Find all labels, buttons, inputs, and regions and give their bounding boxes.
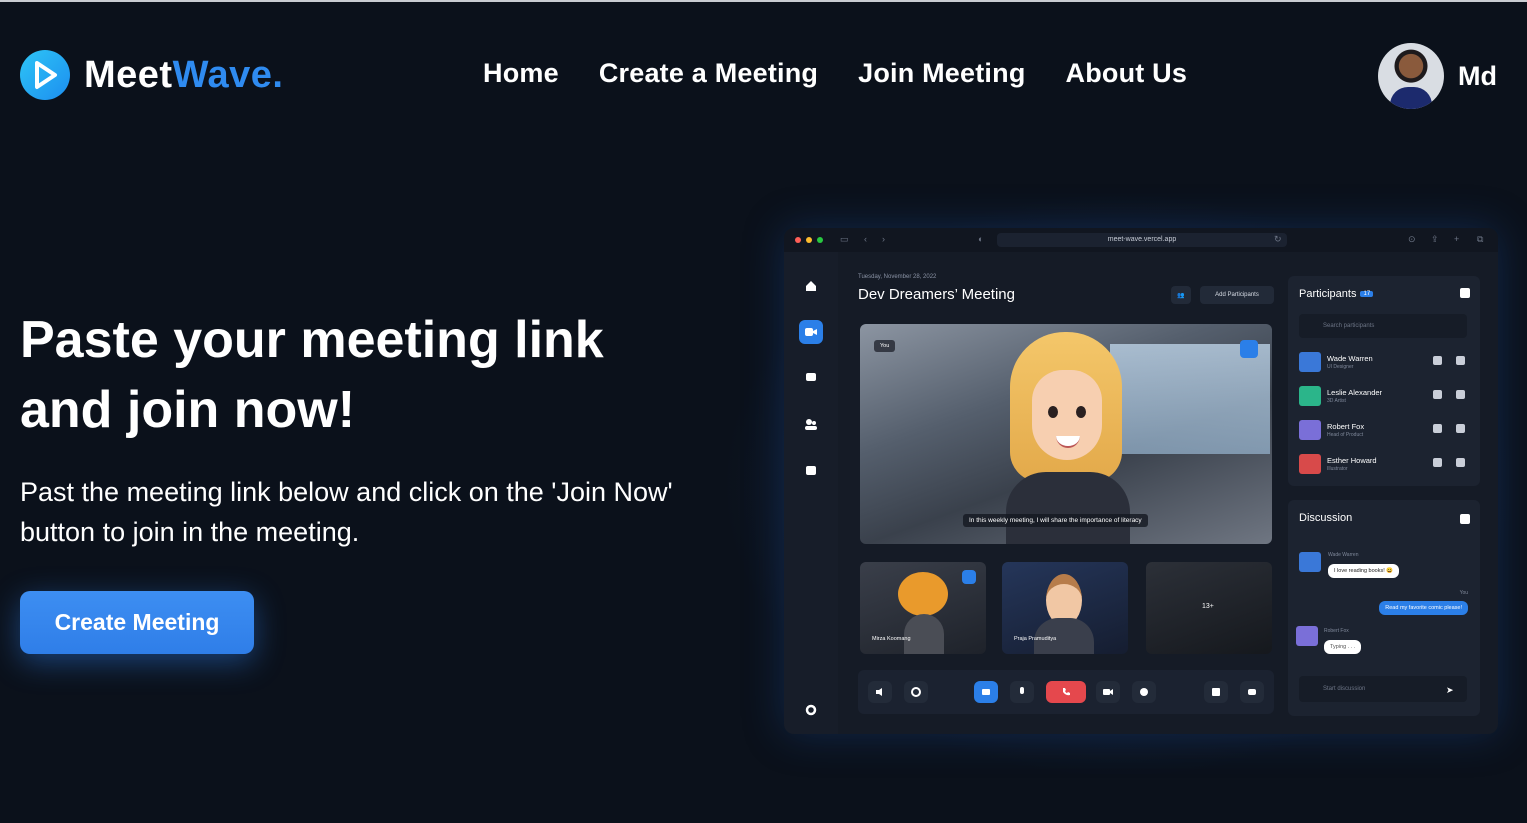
tabs-icon: ⧉: [1477, 234, 1484, 244]
nav-create-meeting[interactable]: Create a Meeting: [599, 58, 818, 89]
chat-bubble: I love reading books! 😄: [1328, 564, 1400, 578]
camera-off-icon: [1456, 390, 1465, 399]
participant-thumb: Mirza Koomang: [860, 562, 986, 654]
end-call-icon: [1046, 681, 1086, 703]
layout-icon: [1204, 681, 1228, 703]
avatar: [1299, 552, 1321, 572]
app-mockup-image: ▭ ‹ › ◐ meet-wave.vercel.app ↻ ⊙ ⇪ + ⧉ T…: [784, 228, 1498, 734]
reactions-icon: [1132, 681, 1156, 703]
sidebar-toggle-icon: ▭: [840, 234, 849, 244]
share-screen-icon: [974, 681, 998, 703]
nav-home[interactable]: Home: [483, 58, 559, 89]
speaker-icon: [868, 681, 892, 703]
share-icon: ⇪: [1431, 234, 1439, 244]
participant-row: Robert Fox Head of Product: [1299, 420, 1469, 442]
settings-icon: [799, 698, 823, 722]
participant-thumb: Praja Pramuditya: [1002, 562, 1128, 654]
add-participants-button: Add Participants: [1200, 286, 1274, 304]
discussion-title: Discussion: [1299, 512, 1353, 524]
more-participants-count: 13+: [1202, 603, 1214, 610]
nav-join-meeting[interactable]: Join Meeting: [858, 58, 1025, 89]
shield-icon: ◐: [978, 234, 984, 244]
chat-author: You: [1459, 590, 1468, 596]
play-logo-icon: [20, 50, 70, 100]
video-icon: [799, 320, 823, 344]
url-bar: meet-wave.vercel.app: [997, 233, 1287, 247]
home-icon: [799, 274, 823, 298]
chat-bubble: Read my favorite comic please!: [1379, 601, 1468, 615]
thumb-label: Praja Pramuditya: [1014, 636, 1057, 642]
live-caption: In this weekly meeting, I will share the…: [963, 514, 1148, 527]
calendar-icon: [799, 458, 823, 482]
collapse-icon: [1460, 288, 1470, 298]
create-meeting-button[interactable]: Create Meeting: [20, 591, 254, 654]
back-icon: ‹: [864, 234, 867, 244]
mic-on-icon: [1433, 424, 1442, 433]
participant-row: Wade Warren UI Designer: [1299, 352, 1469, 374]
camera-on-icon: [1456, 424, 1465, 433]
avatar: [1296, 626, 1318, 646]
you-tag: You: [874, 340, 896, 352]
participants-title: Participants 17: [1299, 288, 1374, 300]
avatar-3d-woman: [1002, 332, 1132, 544]
hero-title: Paste your meeting link and join now!: [20, 311, 604, 439]
users-icon: [799, 412, 823, 436]
chat-toggle-icon: [1240, 681, 1264, 703]
meeting-title: Dev Dreamers’ Meeting: [858, 286, 1015, 303]
participants-panel: Participants 17 Search participants Wade …: [1288, 276, 1480, 486]
camera-off-icon: [1456, 356, 1465, 365]
mockup-sidebar: [784, 252, 838, 734]
user-menu[interactable]: Md: [1378, 43, 1497, 109]
user-name: Md: [1458, 60, 1497, 91]
mic-off-icon: [1433, 458, 1442, 467]
forward-icon: ›: [882, 234, 885, 244]
thumb-label: Mirza Koomang: [872, 636, 911, 642]
mic-icon: [1010, 681, 1034, 703]
chat-icon: [799, 366, 823, 390]
send-icon: ➤: [1446, 685, 1454, 695]
main-video: You In this weekly meeting, I will share…: [860, 324, 1272, 544]
meeting-date: Tuesday, November 28, 2022: [858, 274, 937, 280]
download-icon: ⊙: [1408, 234, 1416, 244]
pin-icon: [962, 570, 976, 584]
camera-on-icon: [1456, 458, 1465, 467]
top-border: [0, 0, 1527, 2]
participants-icon: 👥: [1171, 286, 1191, 304]
nav-about-us[interactable]: About Us: [1066, 58, 1188, 89]
brand-name: MeetWave.: [84, 53, 284, 96]
hero-subtitle: Past the meeting link below and click on…: [20, 477, 673, 547]
browser-bar: ▭ ‹ › ◐ meet-wave.vercel.app ↻ ⊙ ⇪ + ⧉: [784, 228, 1498, 252]
typing-indicator: Typing . . .: [1324, 640, 1362, 654]
participant-thumb: 13+: [1146, 562, 1272, 654]
camera-icon: [1096, 681, 1120, 703]
participant-row: Esther Howard Illustrator: [1299, 454, 1469, 476]
brand-logo[interactable]: MeetWave.: [20, 50, 284, 100]
mic-off-icon: [1433, 390, 1442, 399]
call-controls: [858, 670, 1274, 714]
chat-author: Wade Warren: [1328, 552, 1359, 558]
reload-icon: ↻: [1274, 234, 1282, 244]
record-icon: [904, 681, 928, 703]
discussion-input: Start discussion: [1299, 676, 1467, 702]
chat-author: Robert Fox: [1324, 628, 1349, 634]
screen-share-icon: [1240, 340, 1258, 358]
new-tab-icon: +: [1454, 234, 1460, 244]
discussion-panel: Discussion Wade Warren I love reading bo…: [1288, 500, 1480, 716]
avatar[interactable]: [1378, 43, 1445, 109]
mic-on-icon: [1433, 356, 1442, 365]
participant-search: Search participants: [1299, 314, 1467, 338]
main-nav: Home Create a Meeting Join Meeting About…: [483, 58, 1187, 89]
collapse-icon: [1460, 514, 1470, 524]
participant-row: Leslie Alexander 3D Artist: [1299, 386, 1469, 408]
